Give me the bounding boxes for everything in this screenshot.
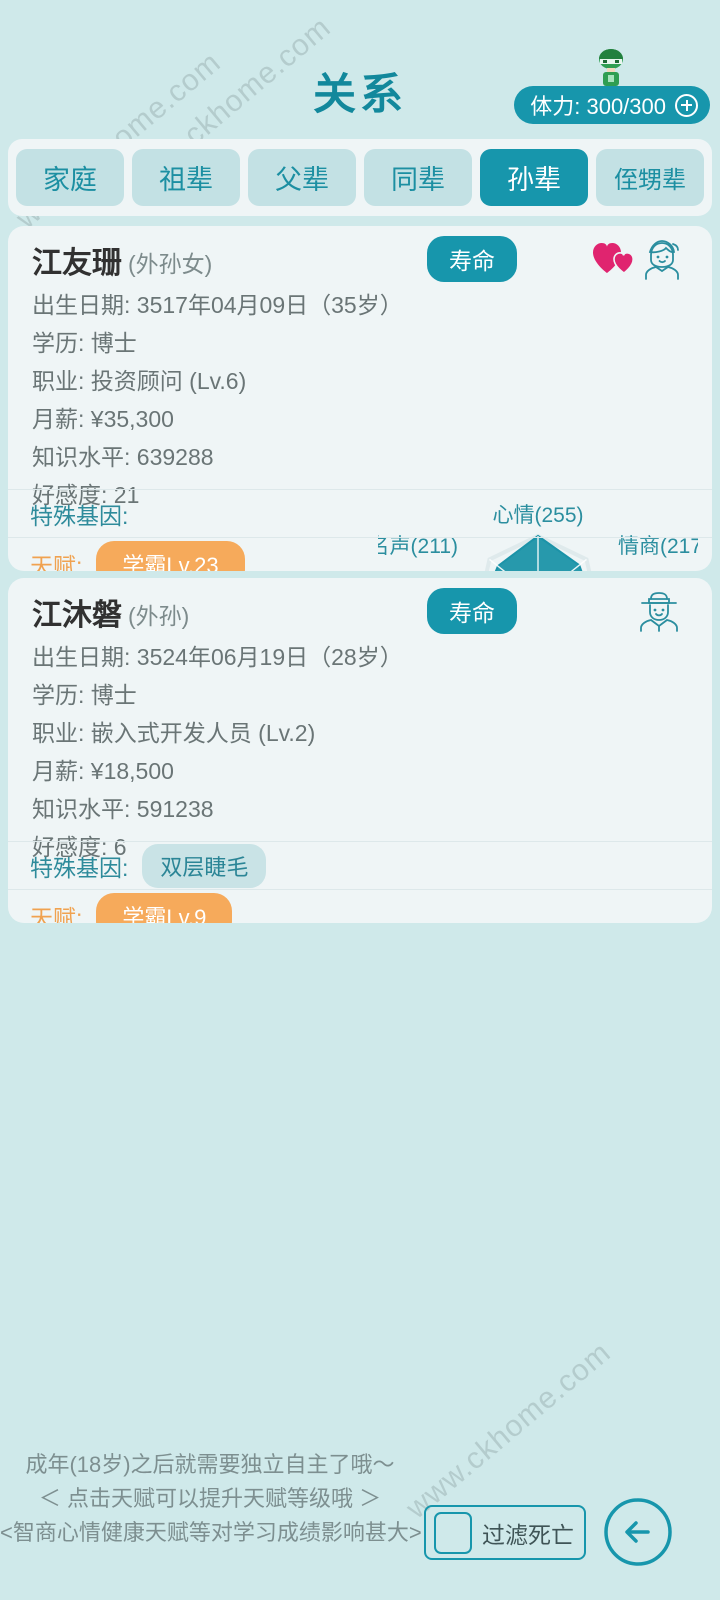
info-education: 学历: 博士 [32, 682, 137, 708]
info-salary: 月薪: ¥35,300 [32, 406, 174, 432]
talent-label: 天赋: [30, 904, 83, 924]
relation-tabbar: 家庭 祖辈 父辈 同辈 孙辈 侄甥辈 [8, 139, 712, 216]
page-header: 关系 体力: 300/300 [0, 0, 720, 128]
talent-label: 天赋: [30, 552, 83, 572]
person-card[interactable]: 江友珊 (外孙女) 出生日期: 3517年04月09日（35岁） 学历: 博士 … [8, 226, 712, 571]
person-card-body: 江友珊 (外孙女) 出生日期: 3517年04月09日（35岁） 学历: 博士 … [8, 226, 712, 571]
talent-row: 天赋: 学霸Lv.23 [8, 537, 712, 571]
stamina-label: 体力: 300/300 [530, 94, 666, 119]
tab-jiating[interactable]: 家庭 [16, 149, 124, 206]
talent-chip[interactable]: 学霸Lv.23 [96, 540, 245, 571]
person-card[interactable]: 江沐磐 (外孙) 出生日期: 3524年06月19日（28岁） 学历: 博士 职… [8, 578, 712, 923]
app-root: www.ckhome.com www.ckhome.com www.ckhome… [0, 0, 720, 1600]
info-education: 学历: 博士 [32, 330, 137, 356]
info-birthdate: 出生日期: 3517年04月09日（35岁） [32, 292, 403, 318]
male-avatar-hat-icon [640, 592, 678, 632]
lifespan-badge[interactable]: 寿命 [427, 236, 517, 282]
info-knowledge: 知识水平: 639288 [32, 444, 214, 470]
special-gene-row: 特殊基因: [8, 489, 712, 537]
female-avatar-icon [645, 240, 679, 280]
info-salary: 月薪: ¥18,500 [32, 758, 174, 784]
footer-hints: 成年(18岁)之后就需要独立自主了哦～ ＜ 点击天赋可以提升天赋等级哦 ＞ <智… [0, 1448, 422, 1550]
tab-zubei[interactable]: 祖辈 [132, 149, 240, 206]
tab-sunbei[interactable]: 孙辈 [480, 149, 588, 206]
info-occupation: 职业: 投资顾问 (Lv.6) [32, 368, 247, 394]
gene-chip[interactable]: 双层睫毛 [142, 843, 267, 888]
filter-dead-toggle[interactable]: 过滤死亡 [424, 1505, 586, 1560]
person-relation: (外孙) [128, 603, 190, 629]
stamina-badge[interactable]: 体力: 300/300 [514, 86, 710, 124]
info-occupation: 职业: 嵌入式开发人员 (Lv.2) [32, 720, 316, 746]
special-gene-label: 特殊基因: [30, 502, 129, 529]
person-relation: (外孙女) [128, 251, 213, 277]
tab-fubei[interactable]: 父辈 [248, 149, 356, 206]
info-knowledge: 知识水平: 591238 [32, 796, 214, 822]
filter-dead-checkbox[interactable] [434, 1511, 472, 1554]
back-arrow-icon[interactable] [602, 1496, 674, 1568]
special-gene-row: 特殊基因: 双层睫毛 [8, 841, 712, 889]
double-heart-icon [593, 243, 635, 274]
person-name: 江友珊 [32, 247, 122, 280]
person-name: 江沐磐 [32, 599, 122, 632]
filter-dead-label: 过滤死亡 [482, 1521, 574, 1548]
special-gene-label: 特殊基因: [30, 854, 129, 881]
lifespan-badge[interactable]: 寿命 [427, 588, 517, 634]
tab-zhishengbei[interactable]: 侄甥辈 [596, 149, 704, 206]
tab-tongbei[interactable]: 同辈 [364, 149, 472, 206]
person-card-body: 江沐磐 (外孙) 出生日期: 3524年06月19日（28岁） 学历: 博士 职… [8, 578, 712, 860]
plus-circle-icon[interactable] [675, 93, 698, 117]
hint-line-2: ＜ 点击天赋可以提升天赋等级哦 ＞ [38, 1486, 382, 1511]
info-birthdate: 出生日期: 3524年06月19日（28岁） [32, 644, 403, 670]
talent-chip[interactable]: 学霸Lv.9 [96, 892, 233, 923]
hint-line-3: <智商心情健康天赋等对学习成绩影响甚大> [0, 1520, 422, 1545]
hint-line-1: 成年(18岁)之后就需要独立自主了哦～ [25, 1452, 395, 1477]
talent-row: 天赋: 学霸Lv.9 [8, 889, 712, 923]
watermark-bottom: www.ckhome.com [400, 1335, 618, 1526]
